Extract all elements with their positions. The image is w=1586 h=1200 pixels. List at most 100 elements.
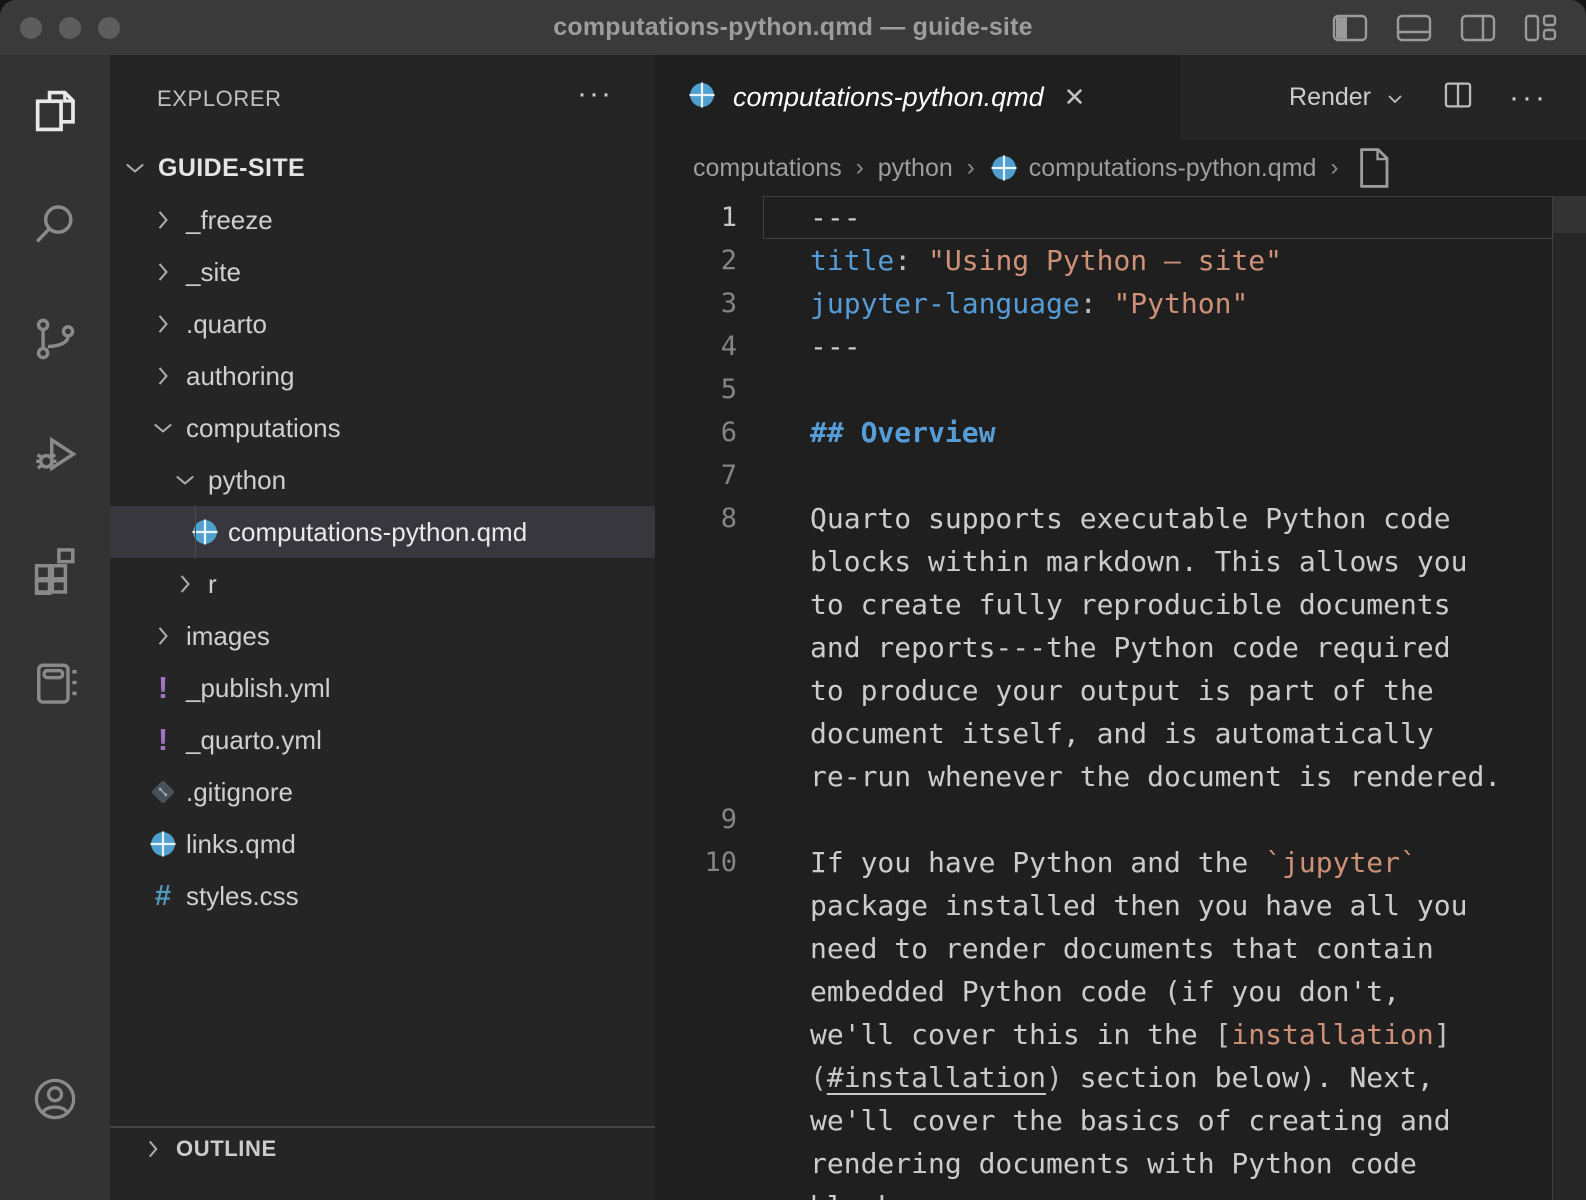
code-text: (#installation) section below). Next, xyxy=(763,1061,1434,1094)
tree-item-python[interactable]: python xyxy=(110,454,655,506)
tree-item-images[interactable]: images xyxy=(110,610,655,662)
outline-header[interactable]: OUTLINE xyxy=(110,1136,655,1162)
yaml-file-icon: ! xyxy=(158,670,168,706)
split-editor-icon[interactable] xyxy=(1441,78,1475,117)
chevron-down-icon xyxy=(121,154,149,182)
line-number: 6 xyxy=(655,417,763,448)
tree-item-label: GUIDE-SITE xyxy=(158,154,305,183)
customize-layout-icon[interactable] xyxy=(1524,13,1558,43)
code-line[interactable]: rendering documents with Python code xyxy=(655,1142,1586,1185)
tree-item-authoring[interactable]: authoring xyxy=(110,350,655,402)
chevron-down-icon xyxy=(171,466,199,494)
tree-item-guide-site[interactable]: GUIDE-SITE xyxy=(110,142,655,194)
code-line[interactable]: 7 xyxy=(655,454,1586,497)
tree-item-label: python xyxy=(208,465,286,496)
editor-scrollbar[interactable] xyxy=(1552,196,1586,1200)
git-file-icon xyxy=(148,777,178,807)
code-line[interactable]: (#installation) section below). Next, xyxy=(655,1056,1586,1099)
breadcrumb-label: computations-python.qmd xyxy=(1029,154,1317,183)
code-line[interactable]: blocks within markdown. This allows you xyxy=(655,540,1586,583)
toggle-secondary-sidebar-icon[interactable] xyxy=(1460,14,1496,42)
tree-item-computations[interactable]: computations xyxy=(110,402,655,454)
editor-code-area[interactable]: 1---2title: "Using Python — site"3jupyte… xyxy=(655,196,1586,1200)
tree-item-computations-python-qmd[interactable]: computations-python.qmd xyxy=(110,506,655,558)
tree-item--site[interactable]: _site xyxy=(110,246,655,298)
code-line[interactable]: 2title: "Using Python — site" xyxy=(655,239,1586,282)
code-line[interactable]: need to render documents that contain xyxy=(655,927,1586,970)
render-button[interactable]: Render xyxy=(1289,83,1407,112)
breadcrumb-label: python xyxy=(878,154,953,183)
code-line[interactable]: 9 xyxy=(655,798,1586,841)
tree-item--freeze[interactable]: _freeze xyxy=(110,194,655,246)
breadcrumb-computations[interactable]: computations xyxy=(693,154,842,183)
code-text: blocks within markdown. This allows you xyxy=(763,545,1467,578)
breadcrumb-python[interactable]: python xyxy=(878,154,953,183)
scrollbar-thumb[interactable] xyxy=(1553,196,1586,233)
tab-close-icon[interactable]: ✕ xyxy=(1064,82,1086,113)
tab-label: computations-python.qmd xyxy=(733,82,1044,113)
editor-group: computations-python.qmd ✕ Render ··· com… xyxy=(655,55,1586,1200)
explorer-sidebar: EXPLORER ··· GUIDE-SITE _freeze_site .quar… xyxy=(110,55,655,1200)
run-debug-icon[interactable] xyxy=(29,427,81,479)
code-text: we'll cover the basics of creating and xyxy=(763,1104,1451,1137)
explorer-title: EXPLORER xyxy=(157,86,282,112)
tree-item-label: _publish.yml xyxy=(186,673,331,704)
toggle-panel-icon[interactable] xyxy=(1396,14,1432,42)
tree-item-links-qmd[interactable]: links.qmd xyxy=(110,818,655,870)
source-control-icon[interactable] xyxy=(29,313,81,365)
code-line[interactable]: 10If you have Python and the `jupyter` xyxy=(655,841,1586,884)
extensions-icon[interactable] xyxy=(29,543,81,595)
code-line[interactable]: to produce your output is part of the xyxy=(655,669,1586,712)
editor-more-actions-icon[interactable]: ··· xyxy=(1509,81,1548,115)
notebook-icon[interactable] xyxy=(29,657,81,709)
code-line[interactable]: 3jupyter-language: "Python" xyxy=(655,282,1586,325)
code-line[interactable]: package installed then you have all you xyxy=(655,884,1586,927)
line-number: 5 xyxy=(655,374,763,405)
breadcrumb-separator: › xyxy=(856,154,864,182)
code-text: package installed then you have all you xyxy=(763,889,1467,922)
search-icon[interactable] xyxy=(29,199,81,251)
tree-item--quarto-yml[interactable]: !_quarto.yml xyxy=(110,714,655,766)
tree-item-label: .quarto xyxy=(186,309,267,340)
code-line[interactable]: blocks xyxy=(655,1185,1586,1200)
code-text: need to render documents that contain xyxy=(763,932,1434,965)
explorer-files-icon[interactable] xyxy=(29,85,81,137)
breadcrumb-label: computations xyxy=(693,154,842,183)
tree-item-styles-css[interactable]: #styles.css xyxy=(110,870,655,922)
code-line[interactable]: 8Quarto supports executable Python code xyxy=(655,497,1586,540)
code-line[interactable]: we'll cover this in the [installation] xyxy=(655,1013,1586,1056)
code-line[interactable]: 1--- xyxy=(655,196,1586,239)
explorer-more-actions-icon[interactable]: ··· xyxy=(577,77,613,111)
indent-guide xyxy=(195,506,196,558)
code-line[interactable]: to create fully reproducible documents xyxy=(655,583,1586,626)
toggle-primary-sidebar-icon[interactable] xyxy=(1332,14,1368,42)
code-text: title: "Using Python — site" xyxy=(763,244,1282,277)
code-line[interactable]: embedded Python code (if you don't, xyxy=(655,970,1586,1013)
tree-item--publish-yml[interactable]: ! _publish.yml xyxy=(110,662,655,714)
chevron-right-icon xyxy=(149,362,177,390)
line-number: 10 xyxy=(655,847,763,878)
tree-item--quarto[interactable]: .quarto xyxy=(110,298,655,350)
chevron-right-icon xyxy=(149,310,177,338)
yaml-file-icon: ! xyxy=(158,722,168,758)
code-line[interactable]: 5 xyxy=(655,368,1586,411)
code-text: If you have Python and the `jupyter` xyxy=(763,846,1417,879)
tab-bar: computations-python.qmd ✕ Render ··· xyxy=(655,55,1586,140)
code-line[interactable]: 6## Overview xyxy=(655,411,1586,454)
line-number: 2 xyxy=(655,245,763,276)
code-line[interactable]: 4--- xyxy=(655,325,1586,368)
code-text: and reports---the Python code required xyxy=(763,631,1451,664)
tree-item-r[interactable]: r xyxy=(110,558,655,610)
code-line[interactable]: document itself, and is automatically xyxy=(655,712,1586,755)
account-icon[interactable] xyxy=(29,1073,81,1125)
tree-item--gitignore[interactable]: .gitignore xyxy=(110,766,655,818)
tree-item-label: styles.css xyxy=(186,881,299,912)
code-line[interactable]: we'll cover the basics of creating and xyxy=(655,1099,1586,1142)
breadcrumbs: computations›python›computations-python.… xyxy=(655,140,1586,196)
breadcrumb-file-symbol[interactable] xyxy=(1352,145,1394,191)
code-line[interactable]: and reports---the Python code required xyxy=(655,626,1586,669)
tab-computations-python[interactable]: computations-python.qmd ✕ xyxy=(655,55,1180,140)
breadcrumb-computations-python-qmd[interactable]: computations-python.qmd xyxy=(989,153,1317,183)
code-line[interactable]: re-run whenever the document is rendered… xyxy=(655,755,1586,798)
code-text: we'll cover this in the [installation] xyxy=(763,1018,1451,1051)
